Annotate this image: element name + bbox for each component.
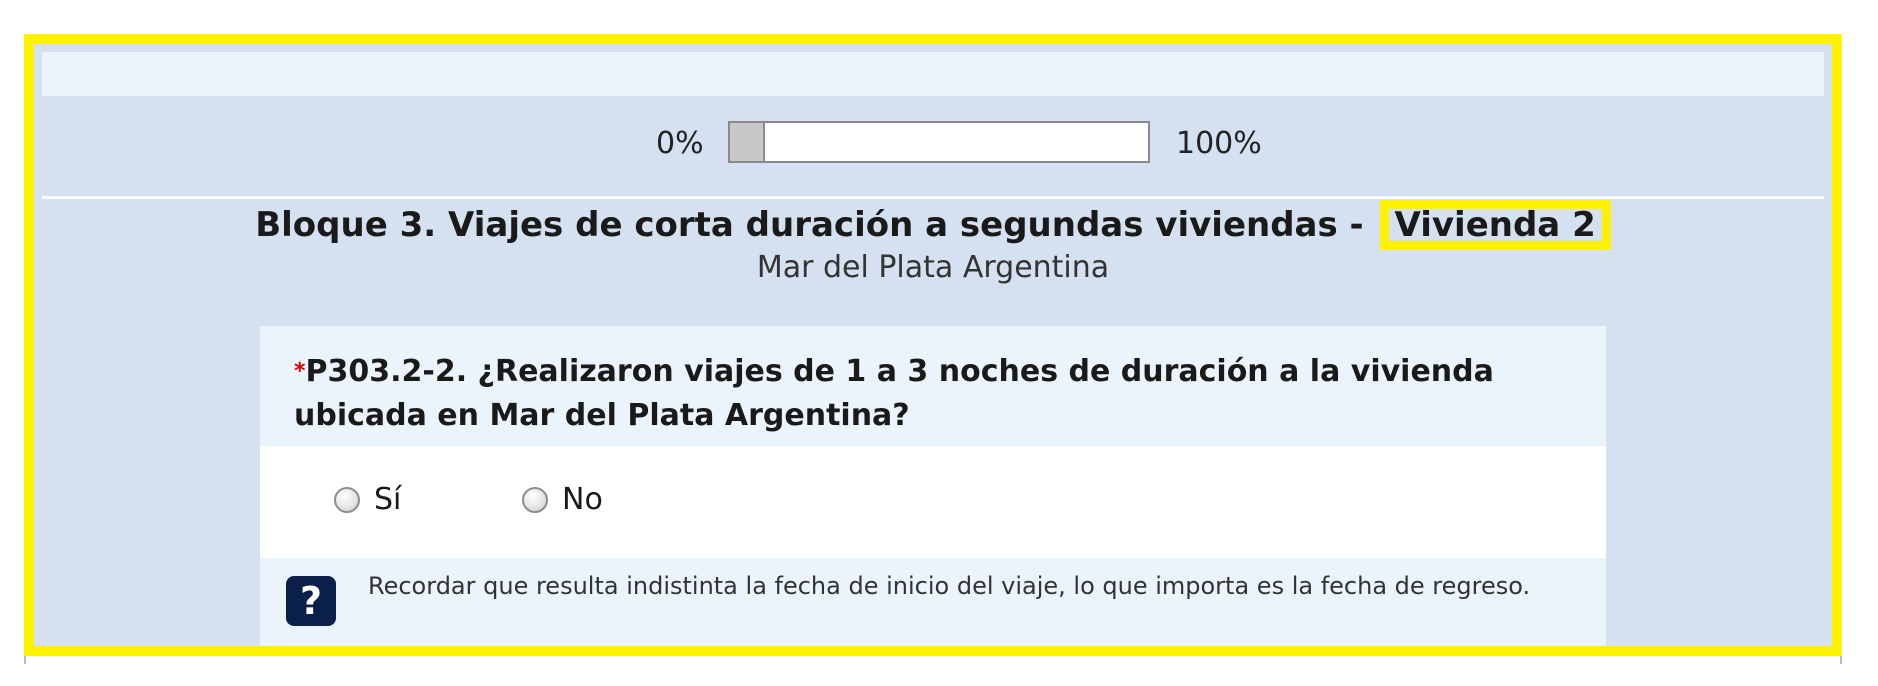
progress-min-label: 0%: [656, 126, 704, 161]
question-label: P303.2-2. ¿Realizaron viajes de 1 a 3 no…: [294, 354, 1494, 433]
block-title-text: Bloque 3. Viajes de corta duración a seg…: [255, 205, 1364, 245]
survey-panel: 0% 100% Bloque 3. Viajes de corta duraci…: [42, 52, 1824, 646]
question-header: *P303.2-2. ¿Realizaron viajes de 1 a 3 n…: [260, 326, 1606, 446]
progress-bar: [728, 121, 1150, 163]
radio-button-si[interactable]: [334, 486, 360, 513]
survey-frame: 0% 100% Bloque 3. Viajes de corta duraci…: [24, 34, 1842, 656]
answer-options: Sí No: [260, 446, 1606, 558]
required-asterisk: *: [294, 359, 306, 384]
frame-bottom-edge: [24, 656, 1842, 664]
progress-bar-fill: [730, 123, 766, 161]
radio-option-no[interactable]: No: [522, 482, 603, 517]
question-text: *P303.2-2. ¿Realizaron viajes de 1 a 3 n…: [294, 350, 1546, 438]
radio-button-no[interactable]: [522, 486, 548, 513]
top-strip: [42, 52, 1824, 96]
block-title: Bloque 3. Viajes de corta duración a seg…: [42, 200, 1824, 250]
help-text: Recordar que resulta indistinta la fecha…: [368, 572, 1531, 600]
radio-label-no[interactable]: No: [562, 482, 603, 517]
radio-option-si[interactable]: Sí: [334, 482, 401, 517]
progress-max-label: 100%: [1176, 126, 1262, 161]
radio-label-si[interactable]: Sí: [374, 482, 401, 517]
help-row: ? Recordar que resulta indistinta la fec…: [260, 558, 1606, 646]
block-subtitle: Mar del Plata Argentina: [756, 250, 1110, 285]
question-card: *P303.2-2. ¿Realizaron viajes de 1 a 3 n…: [260, 326, 1606, 646]
vivienda-highlight: Vivienda 2: [1379, 200, 1611, 250]
help-question-icon[interactable]: ?: [286, 576, 336, 626]
progress-row: 0% 100%: [42, 96, 1824, 199]
